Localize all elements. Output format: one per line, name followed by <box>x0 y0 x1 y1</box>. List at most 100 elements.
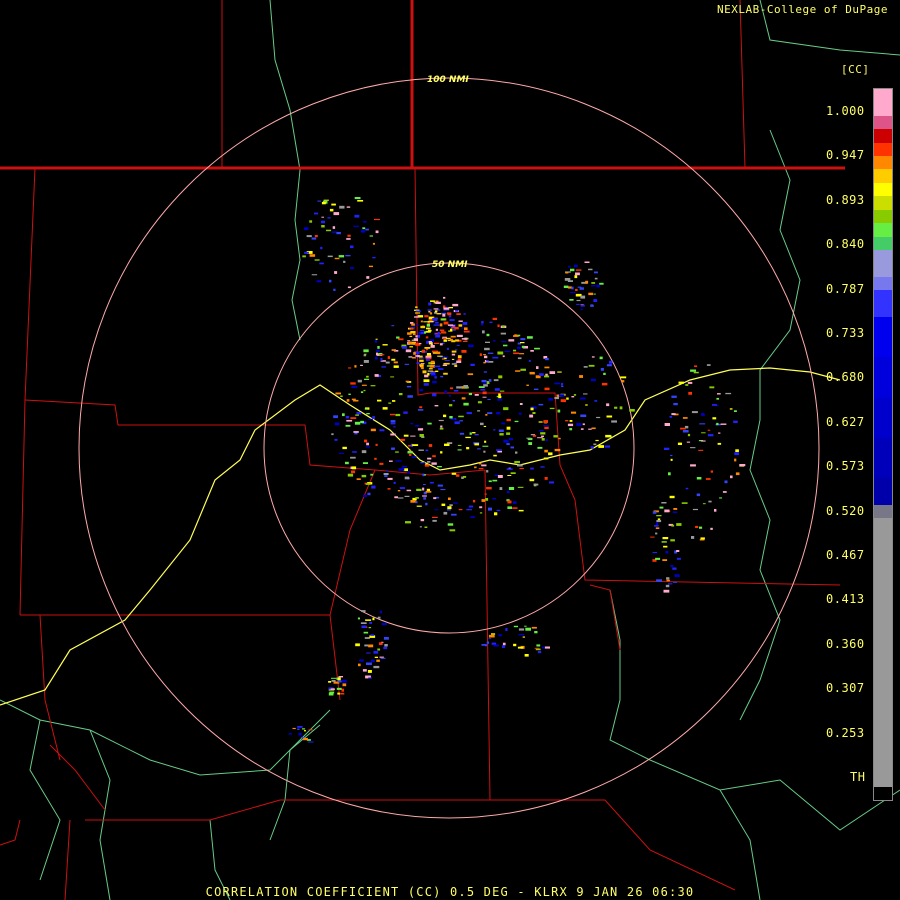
echo-pixel <box>345 255 351 257</box>
echo-pixel <box>700 440 706 442</box>
echo-pixel <box>486 470 489 473</box>
echo-pixel <box>452 303 459 307</box>
echo-pixel <box>590 304 594 307</box>
echo-pixel <box>485 413 488 416</box>
echo-pixel <box>458 509 463 511</box>
echo-pixel <box>360 364 363 366</box>
echo-pixel <box>734 452 739 456</box>
echo-pixel <box>499 390 505 392</box>
echo-pixel <box>387 477 393 480</box>
echo-pixel <box>407 451 413 454</box>
echo-pixel <box>498 396 502 399</box>
echo-pixel <box>415 501 418 504</box>
echo-pixel <box>484 355 488 359</box>
echo-pixel <box>426 349 429 351</box>
scale-tick-label: 0.467 <box>826 548 865 562</box>
echo-pixel <box>655 532 658 535</box>
echo-pixel <box>309 254 316 257</box>
echo-pixel <box>519 353 525 355</box>
echo-pixel <box>329 208 334 212</box>
echo-pixel <box>539 373 544 376</box>
echo-pixel <box>604 445 611 448</box>
echo-pixel <box>302 255 306 258</box>
echo-pixel <box>580 428 584 430</box>
echo-pixel <box>480 422 484 426</box>
echo-pixel <box>488 507 492 511</box>
echo-pixel <box>340 692 345 695</box>
color-scale-segment <box>874 129 892 144</box>
echo-pixel <box>311 237 317 240</box>
echo-pixel <box>346 399 350 402</box>
echo-pixel <box>393 426 396 428</box>
echo-pixel <box>481 499 485 502</box>
echo-pixel <box>337 680 342 683</box>
echo-pixel <box>529 372 535 375</box>
echo-pixel <box>449 315 452 318</box>
echo-pixel <box>410 322 414 324</box>
echo-pixel <box>462 340 468 342</box>
echo-pixel <box>371 485 376 489</box>
echo-pixel <box>432 318 438 321</box>
echo-pixel <box>518 634 525 636</box>
echo-pixel <box>557 409 561 413</box>
echo-pixel <box>405 349 412 353</box>
echo-pixel <box>695 525 699 528</box>
echo-pixel <box>346 419 353 422</box>
echo-pixel <box>383 646 388 650</box>
echo-pixel <box>462 322 468 325</box>
echo-pixel <box>454 365 458 367</box>
echo-pixel <box>543 420 548 423</box>
echo-pixel <box>383 637 389 640</box>
scale-tick-label: 0.573 <box>826 459 865 474</box>
echo-pixel <box>707 434 714 437</box>
scale-tick-label: 0.520 <box>826 503 865 518</box>
echo-pixel <box>545 358 549 361</box>
echo-pixel <box>443 511 448 515</box>
echo-pixel <box>509 438 513 441</box>
echo-pixel <box>417 428 424 431</box>
echo-pixel <box>428 310 431 313</box>
echo-pixel <box>461 350 467 353</box>
echo-pixel <box>652 511 657 514</box>
echo-pixel <box>338 255 345 258</box>
echo-pixel <box>435 321 439 324</box>
color-scale-segment <box>874 156 892 170</box>
scale-tick-label: 0.627 <box>826 414 865 429</box>
echo-pixel <box>375 443 378 446</box>
echo-pixel <box>501 645 506 648</box>
echo-pixel <box>334 271 338 274</box>
echo-pixel <box>327 217 331 219</box>
echo-pixel <box>498 429 504 432</box>
echo-pixel <box>422 495 427 497</box>
echo-pixel <box>580 397 586 400</box>
echo-pixel <box>506 490 510 494</box>
echo-pixel <box>333 415 338 419</box>
echo-pixel <box>497 450 502 453</box>
echo-pixel <box>360 391 364 393</box>
river-lines <box>0 0 900 900</box>
echo-pixel <box>423 383 429 386</box>
echo-pixel <box>389 460 393 462</box>
echo-pixel <box>368 644 374 648</box>
echo-pixel <box>447 324 454 326</box>
echo-pixel <box>457 355 462 359</box>
echo-pixel <box>528 442 533 445</box>
echo-pixel <box>481 464 487 467</box>
echo-pixel <box>419 389 424 392</box>
echo-pixel <box>443 339 447 342</box>
echo-pixel <box>377 616 381 619</box>
echo-pixel <box>463 476 467 478</box>
echo-pixel <box>383 473 389 475</box>
echo-pixel <box>443 296 446 299</box>
echo-pixel <box>434 310 438 313</box>
echo-pixel <box>351 385 358 388</box>
echo-pixel <box>479 506 483 509</box>
echo-pixel <box>362 462 368 464</box>
echo-pixel <box>410 435 416 437</box>
echo-pixel <box>426 340 429 344</box>
echo-pixel <box>419 434 424 437</box>
echo-pixel <box>601 382 608 386</box>
echo-pixel <box>404 476 410 480</box>
echo-pixel <box>591 427 596 430</box>
echo-pixel <box>439 323 443 327</box>
